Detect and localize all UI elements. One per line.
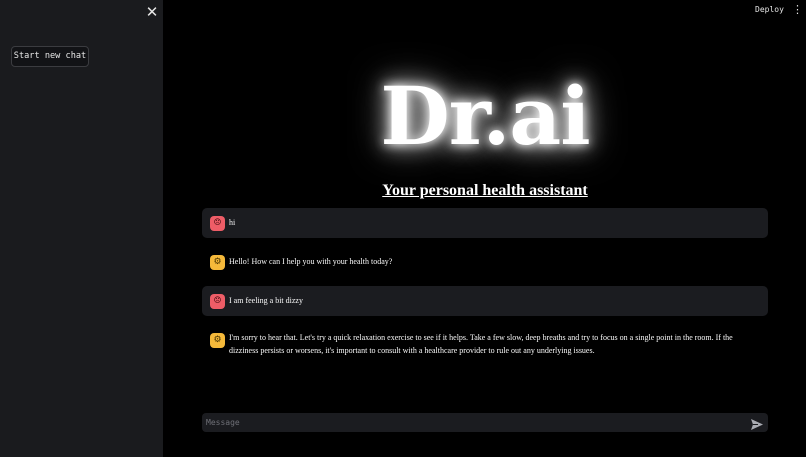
message-text: I'm sorry to hear that. Let's try a quic… <box>229 333 733 355</box>
user-face-icon: ☹ <box>210 294 225 309</box>
chat-message-assistant: ⚙ Hello! How can I help you with your he… <box>202 247 768 277</box>
send-button[interactable] <box>750 416 764 430</box>
robot-icon: ⚙ <box>210 333 225 348</box>
message-input[interactable] <box>202 413 742 432</box>
app-subtitle: Your personal health assistant <box>382 182 588 199</box>
start-new-chat-button[interactable]: Start new chat <box>11 46 89 67</box>
sidebar: ✕ Start new chat <box>0 0 163 457</box>
deploy-button[interactable]: Deploy <box>755 5 784 15</box>
message-text: hi <box>229 218 236 227</box>
send-icon <box>751 419 763 430</box>
chat-message-user: ☹ hi <box>202 208 768 238</box>
message-text: I am feeling a bit dizzy <box>229 296 303 305</box>
chat-message-assistant: ⚙ I'm sorry to hear that. Let's try a qu… <box>202 325 768 365</box>
chat-input-bar <box>202 413 768 432</box>
chat-message-user: ☹ I am feeling a bit dizzy <box>202 286 768 316</box>
app-logo-title: Dr.ai <box>380 69 590 163</box>
user-face-icon: ☹ <box>210 216 225 231</box>
main-menu-button[interactable]: ⋮ <box>792 3 803 17</box>
robot-icon: ⚙ <box>210 255 225 270</box>
vertical-dots-icon: ⋮ <box>792 3 803 16</box>
message-text: Hello! How can I help you with your heal… <box>229 257 393 266</box>
close-icon: ✕ <box>145 3 159 21</box>
close-sidebar-button[interactable]: ✕ <box>143 3 161 21</box>
